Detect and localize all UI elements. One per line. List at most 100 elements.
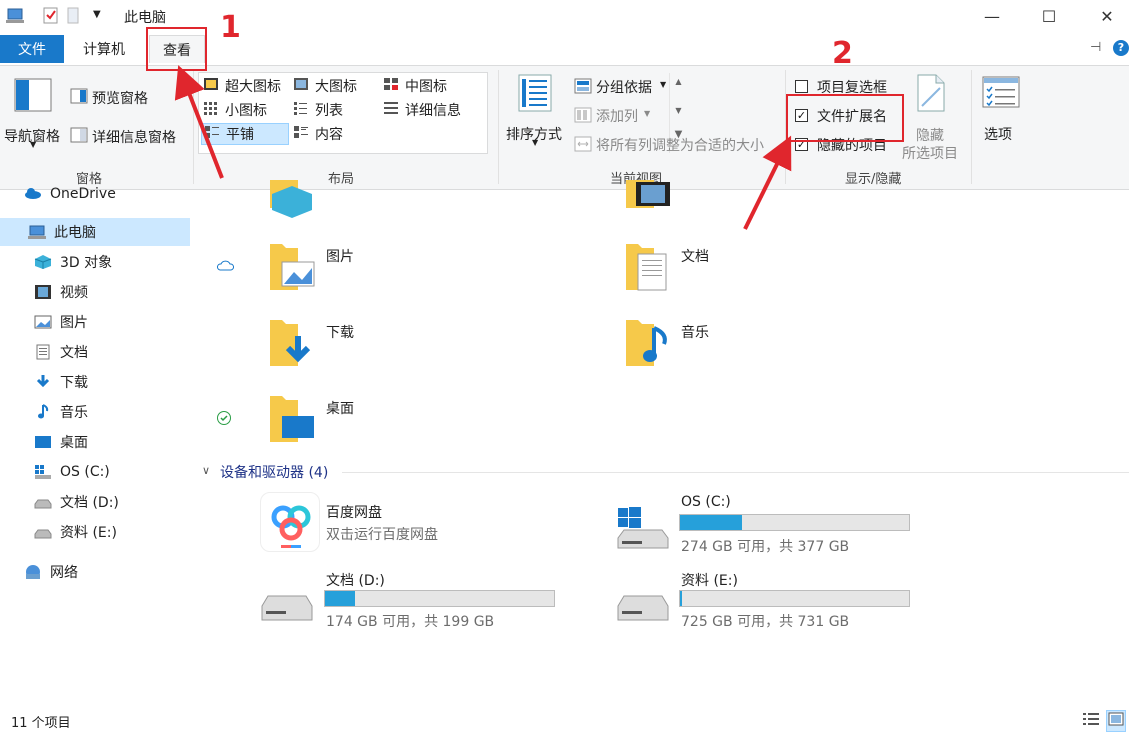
hide-selected-label-1: 隐藏	[916, 128, 944, 144]
group-by-button[interactable]: 分组依据	[596, 77, 652, 97]
drive-usage-bar	[324, 590, 555, 607]
music-folder-icon[interactable]	[624, 316, 672, 368]
windows-drive-icon[interactable]	[616, 506, 672, 550]
downloads-folder-icon[interactable]	[268, 316, 316, 368]
drive-icon[interactable]	[260, 586, 316, 626]
3d-objects-icon	[34, 254, 52, 270]
nav-pane-button[interactable]: 导航窗格 ▼	[2, 74, 64, 154]
videos-folder-icon[interactable]	[624, 180, 672, 218]
help-icon[interactable]: ?	[1113, 40, 1129, 56]
item-count: 11 个项目	[11, 716, 71, 731]
drive-usage-fill	[325, 591, 355, 606]
drive-usage-fill	[680, 515, 742, 530]
layout-list[interactable]: 列表	[293, 99, 343, 121]
nav-item-drive-d[interactable]: 文档 (D:)	[0, 488, 190, 516]
preview-pane-button[interactable]: 预览窗格	[92, 88, 148, 108]
nav-item-3d-objects[interactable]: 3D 对象	[0, 248, 190, 276]
maximize-button[interactable]: ☐	[1020, 0, 1078, 32]
nav-item-desktop[interactable]: 桌面	[0, 428, 190, 456]
small-icons-icon	[203, 101, 219, 119]
ribbon-view: 导航窗格 ▼ 预览窗格 详细信息窗格 窗格 超大图标 大图标 中图标 小图标 列…	[0, 66, 1129, 190]
device-name[interactable]: 百度网盘	[326, 502, 382, 522]
nav-label: 文档	[60, 345, 88, 361]
details-pane-icon	[70, 127, 88, 147]
size-columns-icon	[574, 136, 592, 156]
device-subtitle: 274 GB 可用，共 377 GB	[681, 539, 850, 555]
scroll-up-icon[interactable]: ▲	[670, 77, 687, 86]
folder-name[interactable]: 桌面	[326, 398, 354, 418]
layout-extra-large-icons[interactable]: 超大图标	[203, 75, 281, 97]
scroll-down-icon[interactable]: ▼	[670, 106, 687, 115]
close-button[interactable]: ✕	[1078, 0, 1129, 32]
properties-icon[interactable]	[42, 7, 60, 29]
chevron-down-icon: ▼	[30, 140, 37, 149]
divider	[971, 70, 972, 184]
layout-content[interactable]: 内容	[293, 123, 343, 145]
layout-label: 详细信息	[405, 103, 461, 119]
nav-item-documents[interactable]: 文档	[0, 338, 190, 366]
medium-icons-icon	[383, 77, 399, 95]
add-columns-button[interactable]: 添加列	[596, 106, 638, 126]
nav-label: 网络	[50, 565, 78, 581]
nav-item-drive-e[interactable]: 资料 (E:)	[0, 518, 190, 546]
drive-usage-bar	[679, 514, 910, 531]
window-title: 此电脑	[124, 10, 166, 26]
hide-selected-label-2: 所选项目	[902, 146, 958, 162]
layout-medium-icons[interactable]: 中图标	[383, 75, 447, 97]
nav-item-videos[interactable]: 视频	[0, 278, 190, 306]
nav-label: 下载	[60, 375, 88, 391]
documents-folder-icon[interactable]	[624, 240, 672, 292]
chevron-down-icon[interactable]: ∨	[202, 464, 210, 477]
folder-name[interactable]: 文档	[681, 246, 709, 266]
nav-item-music[interactable]: 音乐	[0, 398, 190, 426]
options-button[interactable]: 选项	[976, 72, 1028, 154]
new-folder-icon[interactable]	[66, 7, 82, 29]
device-name[interactable]: 资料 (E:)	[681, 570, 738, 590]
details-pane-button[interactable]: 详细信息窗格	[92, 127, 176, 147]
nav-item-this-pc[interactable]: 此电脑	[0, 218, 190, 246]
chevron-down-icon: ▼	[644, 109, 651, 118]
sort-icon	[518, 74, 552, 116]
customize-quick-access-icon[interactable]: ▼	[93, 9, 101, 20]
nav-item-drive-c[interactable]: OS (C:)	[0, 458, 190, 486]
details-view-icon	[383, 101, 399, 119]
nav-item-onedrive[interactable]: OneDrive	[0, 180, 190, 208]
folder-name[interactable]: 下载	[326, 322, 354, 342]
device-name[interactable]: OS (C:)	[681, 494, 731, 510]
nav-item-network[interactable]: 网络	[0, 558, 190, 586]
pictures-folder-icon[interactable]	[268, 240, 316, 292]
item-checkboxes-checkbox[interactable]	[795, 80, 808, 93]
layout-tiles[interactable]: 平铺	[201, 123, 289, 145]
layout-label: 小图标	[225, 103, 267, 119]
layout-details[interactable]: 详细信息	[383, 99, 461, 121]
3d-objects-folder-icon[interactable]	[268, 180, 316, 218]
tab-computer[interactable]: 计算机	[70, 35, 138, 63]
hide-selected-button[interactable]: 隐藏 所选项目	[900, 72, 962, 162]
layout-large-icons[interactable]: 大图标	[293, 75, 357, 97]
device-name[interactable]: 文档 (D:)	[326, 570, 385, 590]
nav-label: 文档 (D:)	[60, 495, 119, 511]
layout-small-icons[interactable]: 小图标	[203, 99, 267, 121]
folder-name[interactable]: 音乐	[681, 322, 709, 342]
nav-label: 此电脑	[54, 225, 96, 241]
details-view-toggle-icon[interactable]	[1082, 712, 1100, 730]
minimize-button[interactable]: —	[963, 0, 1021, 32]
tab-file[interactable]: 文件	[0, 35, 64, 63]
drive-usage-bar	[679, 590, 910, 607]
size-all-columns-button[interactable]: 将所有列调整为合适的大小	[596, 135, 764, 155]
nav-item-downloads[interactable]: 下载	[0, 368, 190, 396]
computer-icon[interactable]	[6, 7, 26, 29]
sort-by-button[interactable]: 排序方式 ▼	[504, 72, 568, 154]
folder-name[interactable]: 图片	[326, 246, 354, 266]
layout-label: 列表	[315, 103, 343, 119]
section-devices-title[interactable]: 设备和驱动器 (4)	[220, 462, 328, 482]
drive-icon[interactable]	[616, 586, 672, 626]
nav-label: 视频	[60, 285, 88, 301]
document-icon	[34, 344, 52, 360]
nav-item-pictures[interactable]: 图片	[0, 308, 190, 336]
pin-ribbon-icon[interactable]: ⊣	[1090, 40, 1101, 55]
large-icons-icon	[293, 77, 309, 95]
baidu-netdisk-icon[interactable]	[260, 492, 320, 552]
large-icons-toggle-icon[interactable]	[1106, 710, 1126, 732]
desktop-folder-icon[interactable]	[268, 392, 316, 444]
